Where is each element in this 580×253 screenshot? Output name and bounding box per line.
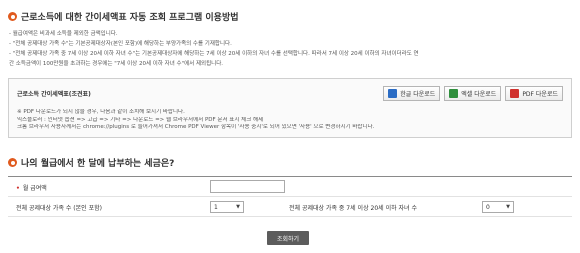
family-count-value: 1 [214, 203, 218, 211]
note-line: 간 소득금액이 100만원을 초과하는 경우에는 "7세 이상 20세 이하 자… [9, 61, 224, 67]
section-title-howto: 근로소득에 대한 간이세액표 자동 조회 프로그램 이용방법 [8, 10, 239, 23]
tax-query-form: • 월 급여액 전체 공제대상 가족 수 (본인 포함) 1 ▼ 전체 공제대상 … [8, 176, 572, 217]
howto-title: 근로소득에 대한 간이세액표 자동 조회 프로그램 이용방법 [21, 13, 239, 23]
pdf-help-line: ※ PDF 다운로드가 되지 않을 경우, 다음과 같이 조치해 보시기 바랍니… [17, 109, 185, 115]
pdf-help-text: ※ PDF 다운로드가 되지 않을 경우, 다음과 같이 조치해 보시기 바랍니… [17, 109, 565, 132]
download-box: 근로소득 간이세액표(조견표) 한글 다운로드 엑셀 다운로드 PDF 다운로드… [8, 78, 572, 138]
excel-file-icon [449, 89, 459, 98]
orange-bullet-icon [8, 158, 17, 167]
salary-input[interactable] [210, 180, 285, 193]
chevron-down-icon: ▼ [236, 204, 240, 210]
download-buttons: 한글 다운로드 엑셀 다운로드 PDF 다운로드 [383, 86, 563, 101]
salary-label-text: 월 급여액 [22, 185, 47, 192]
orange-bullet-icon [8, 12, 17, 21]
download-box-title: 근로소득 간이세액표(조견표) [17, 91, 91, 98]
submit-query-button[interactable]: 조회하기 [267, 231, 309, 245]
pdf-download-label: PDF 다운로드 [522, 91, 558, 98]
salary-row: • 월 급여액 [8, 177, 572, 197]
usage-notes: - 월급여액은 비과세 소득을 제외한 금액입니다. - "전체 공제대상 가족… [9, 29, 574, 69]
excel-download-label: 엑셀 다운로드 [461, 91, 497, 98]
note-line: - 월급여액은 비과세 소득을 제외한 금액입니다. [9, 31, 118, 37]
pdf-download-button[interactable]: PDF 다운로드 [505, 86, 563, 101]
family-count-label: 전체 공제대상 가족 수 (본인 포함) [16, 205, 102, 212]
hwp-download-label: 한글 다운로드 [400, 91, 436, 98]
pdf-help-line: 익스플로러 : 인터넷 옵션 => 고급 => 기타 => 다운로드 => 웹 … [17, 116, 264, 123]
salary-label: • 월 급여액 [16, 183, 47, 192]
children-count-value: 0 [486, 203, 490, 211]
children-count-select[interactable]: 0 ▼ [482, 201, 514, 213]
excel-download-button[interactable]: 엑셀 다운로드 [444, 86, 502, 101]
hwp-download-button[interactable]: 한글 다운로드 [383, 86, 441, 101]
required-marker: • [16, 185, 20, 192]
family-row: 전체 공제대상 가족 수 (본인 포함) 1 ▼ 전체 공제대상 가족 중 7세… [8, 197, 572, 217]
pdf-file-icon [510, 89, 520, 98]
note-line: - "전체 공제대상 가족 중 7세 이상 20세 이하 자녀 수"는 기본공제… [9, 51, 419, 57]
children-count-label: 전체 공제대상 가족 중 7세 이상 20세 이하 자녀 수 [289, 205, 417, 212]
hwp-file-icon [388, 89, 398, 98]
tax-query-title: 나의 월급에서 한 달에 납부하는 세금은? [21, 159, 175, 169]
section-title-tax-query: 나의 월급에서 한 달에 납부하는 세금은? [8, 156, 174, 169]
family-count-select[interactable]: 1 ▼ [210, 201, 244, 213]
note-line: - "전체 공제대상 가족 수"는 기본공제대상자(본인 포함)에 해당하는 부… [9, 41, 232, 47]
pdf-help-line: 크롬 브라우저 사용자께서는 chrome://plugins 로 들어가셔서 … [17, 124, 375, 130]
chevron-down-icon: ▼ [506, 204, 510, 210]
